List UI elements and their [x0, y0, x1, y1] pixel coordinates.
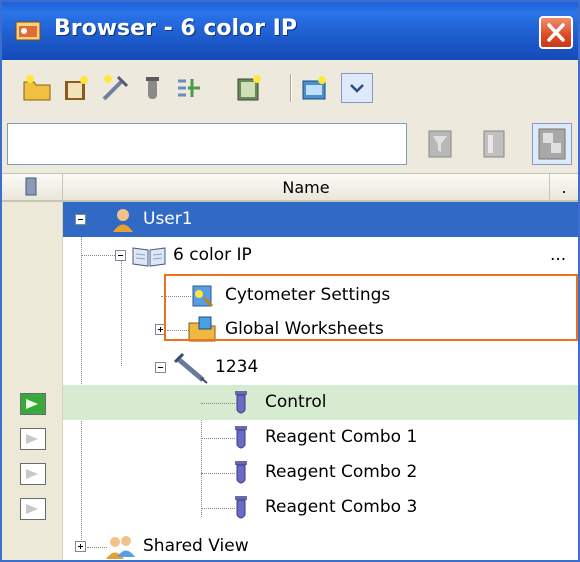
tree-row-shared-view[interactable]: Shared View — [63, 529, 578, 560]
browser-window: Browser - 6 color IP Name . User1 6 colo… — [0, 0, 580, 562]
tube-icon — [233, 390, 249, 420]
collapse-toggle[interactable] — [75, 214, 86, 225]
tree-label: 1234 — [215, 357, 259, 377]
tree-row-tube-reagent-1[interactable]: Reagent Combo 1 — [63, 420, 578, 455]
acquisition-pointer-reagent-1[interactable] — [20, 428, 46, 450]
column-button[interactable] — [480, 127, 510, 161]
shared-users-icon — [105, 533, 137, 560]
name-column-header[interactable]: Name — [63, 174, 550, 201]
dropdown-icon — [350, 84, 364, 93]
tree-line — [201, 473, 235, 474]
toolbar-dropdown-button[interactable] — [341, 73, 373, 103]
new-folder-button[interactable] — [22, 73, 52, 103]
tree-label: Reagent Combo 2 — [265, 462, 418, 482]
tree-row-user[interactable]: User1 — [63, 202, 578, 237]
column-icon — [483, 130, 505, 158]
tube-icon — [233, 460, 249, 490]
new-worksheet-button[interactable] — [174, 73, 204, 103]
new-tube-icon — [146, 77, 159, 99]
browser-app-icon — [15, 19, 43, 43]
new-worksheet-icon — [178, 79, 200, 97]
new-panel-icon — [237, 75, 261, 101]
tube-icon — [233, 425, 249, 455]
tree-label: Reagent Combo 3 — [265, 497, 418, 517]
search-input[interactable] — [7, 123, 407, 165]
collapse-toggle[interactable] — [155, 362, 166, 373]
acquisition-pointer-control[interactable] — [20, 393, 46, 415]
status-column-header[interactable] — [2, 174, 63, 201]
tree-row-tube-reagent-3[interactable]: Reagent Combo 3 — [63, 490, 578, 525]
book-icon — [131, 244, 167, 272]
tree-row-tube-reagent-2[interactable]: Reagent Combo 2 — [63, 455, 578, 490]
close-button[interactable] — [539, 16, 573, 49]
user-icon — [111, 207, 135, 237]
acquisition-pointer-reagent-2[interactable] — [20, 463, 46, 485]
new-experiment-icon — [65, 76, 88, 100]
tree-row-tube-control[interactable]: Control — [63, 385, 578, 420]
new-folder-icon — [23, 75, 51, 101]
column-header: Name . — [2, 173, 578, 202]
toolbar — [2, 60, 578, 116]
filter-button[interactable] — [426, 127, 456, 161]
tube-icon — [233, 495, 249, 525]
column-chooser[interactable]: . — [550, 174, 578, 201]
tree-line — [201, 403, 235, 404]
tree-row-specimen[interactable]: 1234 — [63, 350, 578, 385]
tree-row-experiment[interactable]: 6 color IP ... — [63, 238, 578, 273]
highlight-callout — [164, 274, 578, 341]
more-indicator: ... — [550, 245, 567, 265]
new-layout-icon — [302, 76, 326, 100]
tree-line — [87, 547, 107, 548]
tree-label: 6 color IP — [173, 245, 252, 265]
new-specimen-icon — [102, 75, 129, 101]
expand-toggle[interactable] — [75, 541, 86, 552]
status-column — [2, 202, 63, 560]
browser-tree: User1 6 color IP ... Cytometer Settings — [63, 202, 578, 560]
title-bar[interactable]: Browser - 6 color IP — [2, 2, 578, 60]
tree-line — [201, 438, 235, 439]
new-tube-button[interactable] — [138, 73, 168, 103]
toolbar-separator — [290, 74, 292, 102]
options-icon — [538, 128, 566, 160]
new-layout-button[interactable] — [300, 73, 330, 103]
collapse-toggle[interactable] — [115, 250, 126, 261]
acquisition-pointer-reagent-3[interactable] — [20, 498, 46, 520]
tree-label: Shared View — [143, 536, 249, 556]
tree-label: Control — [265, 392, 327, 412]
new-panel-button[interactable] — [234, 73, 264, 103]
syringe-icon — [173, 352, 209, 388]
options-button[interactable] — [532, 123, 572, 165]
window-title: Browser - 6 color IP — [54, 16, 297, 41]
close-icon — [547, 23, 565, 42]
new-specimen-button[interactable] — [100, 73, 130, 103]
tube-status-icon — [25, 177, 37, 196]
tree-line — [81, 255, 115, 256]
tree-label: Reagent Combo 1 — [265, 427, 418, 447]
search-bar — [2, 115, 578, 173]
filter-icon — [428, 130, 452, 158]
tree-label: User1 — [143, 209, 193, 229]
new-experiment-button[interactable] — [62, 73, 92, 103]
tree-line — [201, 508, 235, 509]
